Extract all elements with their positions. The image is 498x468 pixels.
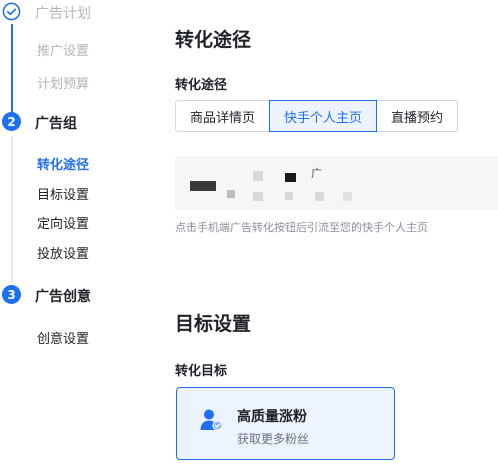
option-live-reservation[interactable]: 直播预约 [376, 100, 459, 132]
profile-name-fragment: 广 [311, 167, 322, 180]
step-title-ad-group[interactable]: 广告组 [35, 113, 77, 133]
step-title-ad-creative[interactable]: 广告创意 [35, 286, 91, 306]
step-number-3: 3 [2, 285, 21, 304]
check-circle-icon [2, 2, 21, 21]
section-title-conversion: 转化途径 [175, 29, 252, 51]
profile-preview: 广 [175, 156, 498, 210]
sidebar-item-goal-settings[interactable]: 目标设置 [37, 184, 89, 203]
stepper-line-pending [11, 136, 13, 284]
sidebar-item-conversion-path[interactable]: 转化途径 [37, 154, 89, 173]
avatar [190, 181, 216, 191]
sidebar-item-targeting-settings[interactable]: 定向设置 [37, 213, 89, 232]
goal-card-high-quality-followers[interactable]: 高质量涨粉 获取更多粉丝 [176, 387, 395, 460]
goal-card-subtitle: 获取更多粉丝 [237, 432, 310, 446]
sidebar-item-delivery-settings[interactable]: 投放设置 [37, 243, 89, 262]
option-product-detail[interactable]: 商品详情页 [175, 100, 271, 132]
conversion-path-label: 转化途径 [175, 78, 228, 93]
step-title-ad-plan[interactable]: 广告计划 [35, 3, 91, 23]
conversion-path-selector: 商品详情页 快手个人主页 直播预约 [175, 100, 459, 132]
section-title-goal: 目标设置 [175, 313, 252, 335]
sidebar-item-creative-settings[interactable]: 创意设置 [37, 328, 89, 347]
goal-card-title: 高质量涨粉 [237, 409, 307, 425]
stepper-line-completed [11, 24, 13, 116]
step-number-2: 2 [2, 112, 21, 131]
option-kuaishou-profile[interactable]: 快手个人主页 [269, 100, 378, 132]
user-check-icon [200, 409, 223, 431]
conversion-hint: 点击手机端广告转化按钮后引流至您的快手个人主页 [175, 221, 428, 234]
sidebar-item-plan-budget[interactable]: 计划预算 [37, 73, 89, 92]
sidebar-item-promotion-settings[interactable]: 推广设置 [37, 40, 89, 59]
conversion-goal-label: 转化目标 [175, 364, 228, 379]
